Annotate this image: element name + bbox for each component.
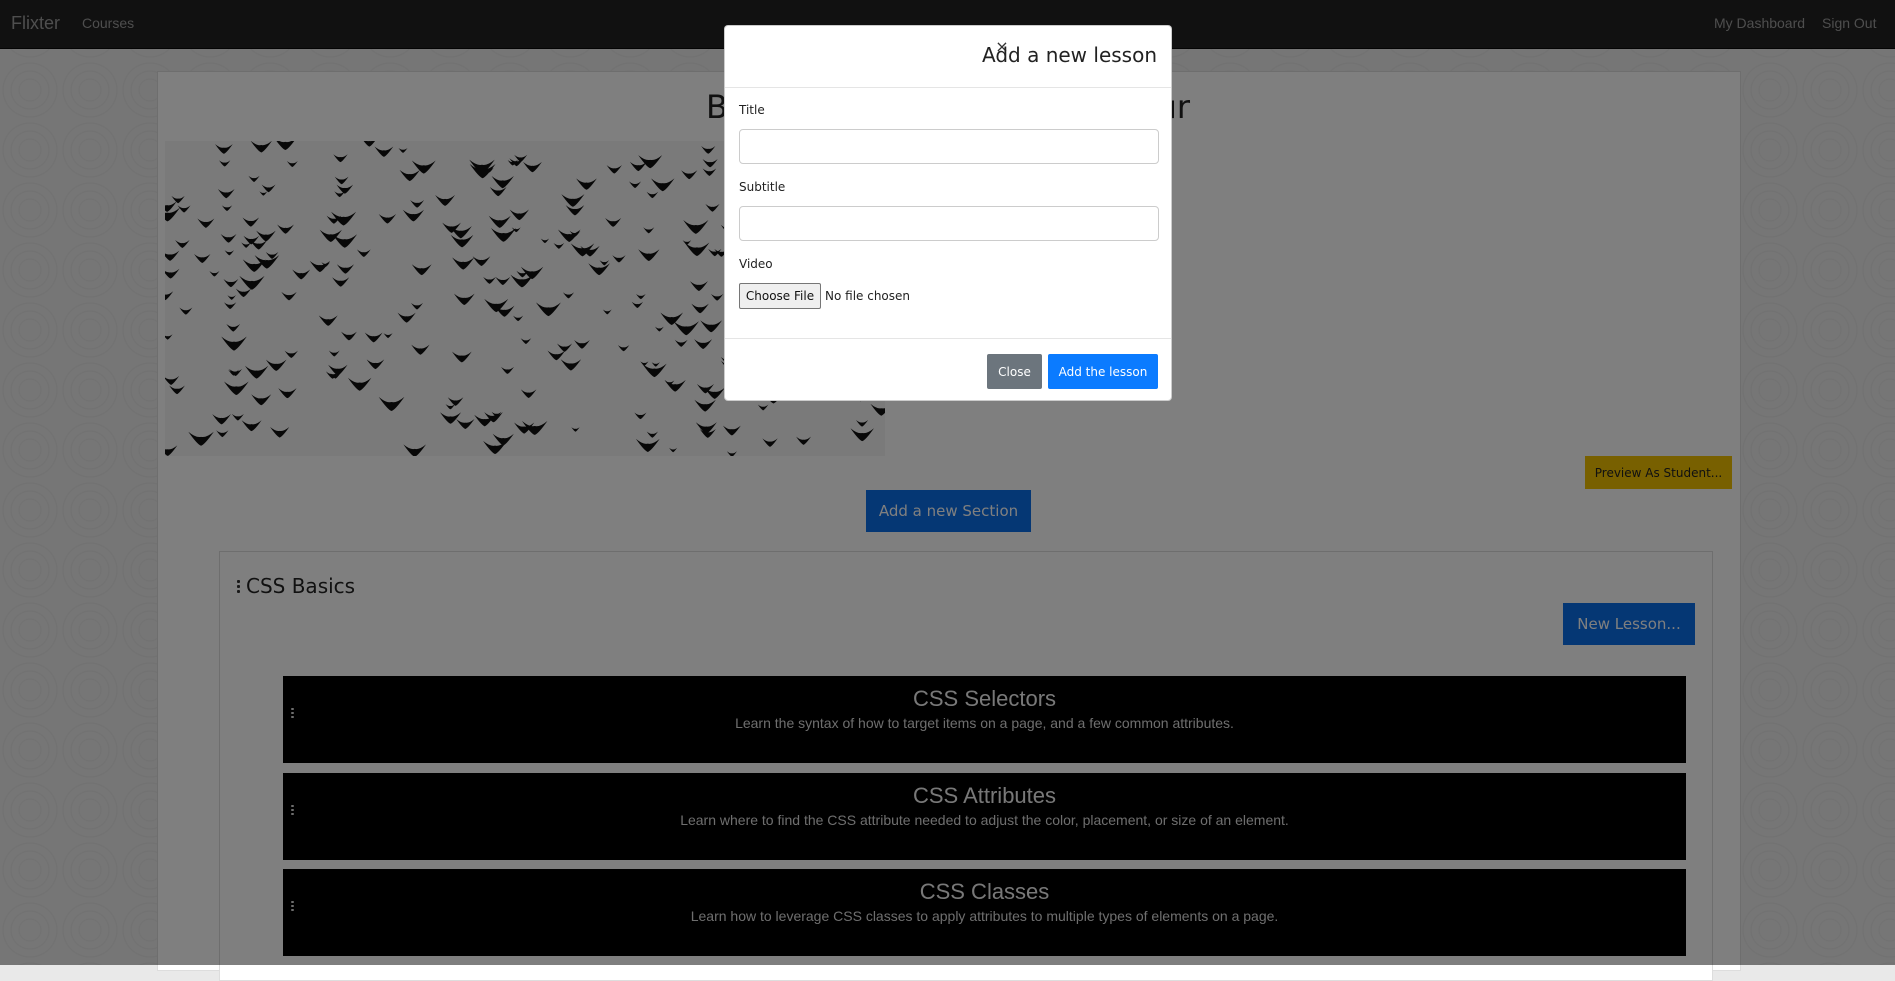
add-lesson-submit-button[interactable]: Add the lesson — [1048, 354, 1158, 389]
choose-file-button[interactable]: Choose File — [739, 283, 821, 309]
title-input[interactable] — [739, 129, 1159, 164]
video-label: Video — [739, 257, 773, 271]
add-lesson-modal: × Add a new lesson Title Subtitle Video … — [724, 25, 1172, 401]
modal-title: Add a new lesson — [982, 43, 1157, 67]
subtitle-input[interactable] — [739, 206, 1159, 241]
file-status: No file chosen — [825, 289, 911, 303]
subtitle-label: Subtitle — [739, 180, 786, 194]
modal-header: × Add a new lesson — [725, 26, 1171, 88]
close-button[interactable]: Close — [987, 354, 1042, 389]
title-label: Title — [739, 103, 765, 117]
